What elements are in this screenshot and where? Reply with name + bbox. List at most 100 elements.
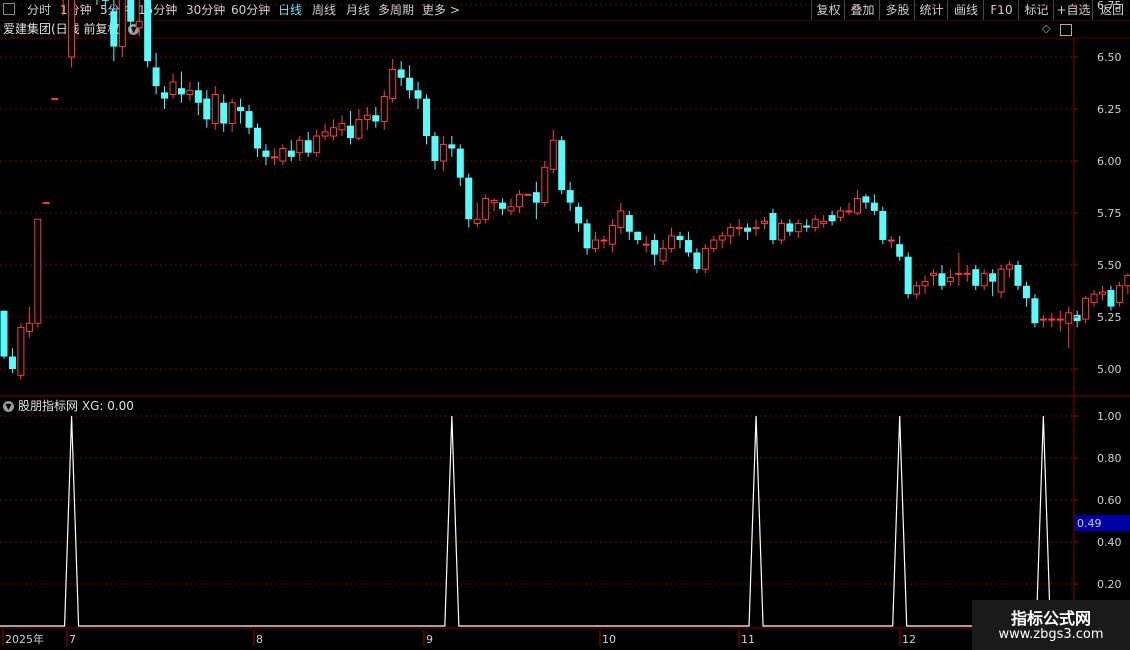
toolbar-button-4[interactable]: 画线 [947, 0, 984, 20]
current-value-label: 0.49 [1077, 517, 1102, 530]
ytick-label: 0.80 [1097, 452, 1122, 465]
candle-body [972, 269, 980, 286]
chevron-down-icon[interactable]: ▼ [128, 24, 140, 35]
candle-body [803, 225, 811, 228]
candle-body [600, 239, 608, 242]
candle-body [794, 222, 802, 233]
indicator-title: 股朋指标网 [18, 399, 79, 413]
candle-body [397, 69, 405, 78]
candle-body [676, 235, 684, 241]
candle-body [372, 115, 380, 122]
stock-title-bar: 爱建集团(日线 前复权) ▼ [3, 21, 140, 37]
candle-body [684, 240, 692, 253]
toolbar-button-7[interactable]: +自选 [1053, 0, 1093, 20]
candle-body [270, 156, 278, 159]
period-tab-0[interactable]: 分时 [27, 0, 51, 20]
candle-body [769, 213, 777, 241]
candle-body [279, 148, 287, 162]
ytick-label: 6.25 [1097, 103, 1122, 116]
candle-body [549, 139, 557, 170]
period-tab-10[interactable]: 更多 > [422, 0, 460, 20]
toolbar-button-6[interactable]: 标记 [1018, 0, 1054, 20]
period-tab-7[interactable]: 周线 [312, 0, 336, 20]
candle-body [1039, 318, 1047, 321]
period-tab-5[interactable]: 60分钟 [231, 0, 270, 20]
indicator-title-bar: ▼ 股朋指标网 XG: 0.00 [3, 398, 134, 414]
period-tab-4[interactable]: 30分钟 [186, 0, 225, 20]
candle-body [634, 231, 642, 241]
period-tab-6[interactable]: 日线 [278, 0, 302, 20]
period-tab-8[interactable]: 月线 [346, 0, 370, 20]
candle-body [904, 256, 912, 295]
candle-body [668, 235, 676, 249]
candle-body [177, 88, 185, 95]
ytick-label: 0.40 [1097, 536, 1122, 549]
candle-body [1090, 293, 1098, 303]
candle-body [482, 197, 490, 220]
candle-body [465, 177, 473, 220]
candle-body [17, 326, 25, 376]
ytick-label: 6.50 [1097, 51, 1122, 64]
xtick-label: 10 [602, 633, 616, 646]
candle-body [490, 200, 498, 204]
candle-body [499, 202, 507, 209]
candle-body [1115, 285, 1123, 303]
candle-body [220, 102, 228, 124]
candle-body [921, 281, 929, 287]
ytick-label: 1.00 [1097, 410, 1122, 423]
candle-body [963, 272, 971, 275]
period-tab-2[interactable]: 5分钟 [100, 0, 132, 20]
toolbar-button-0[interactable]: 复权 [811, 0, 845, 20]
watermark: 指标公式网 www.zbgs3.com [972, 600, 1130, 650]
toolbar-button-2[interactable]: 多股 [879, 0, 915, 20]
panel-toggle-icon[interactable] [1060, 24, 1072, 36]
candle-body [380, 96, 388, 122]
candle-body [228, 102, 236, 125]
current-value-tag [1075, 515, 1130, 532]
toolbar-button-8[interactable]: 返回 [1092, 0, 1130, 20]
candle-body [761, 220, 768, 224]
kline-chart[interactable]: 8.007.757.507.257.006.756.506.256.005.75… [0, 0, 1130, 650]
candle-body [659, 247, 667, 262]
candle-body [532, 192, 540, 203]
period-tab-1[interactable]: 1分钟 [60, 0, 92, 20]
candle-body [355, 118, 363, 139]
candle-body [304, 140, 312, 153]
candle-body [296, 139, 304, 154]
period-tab-9[interactable]: 多周期 [378, 0, 414, 20]
candle-body [211, 93, 219, 125]
candle-body [896, 244, 904, 257]
candle-body [989, 273, 997, 282]
candle-body [406, 77, 414, 91]
candle-body [651, 240, 659, 255]
period-toolbar: 分时 1分钟 5分钟 15分钟 30分钟 60分钟 日线 周线 月线 多周期 更多 > 复权 叠加 多股… [0, 0, 1130, 21]
diamond-icon[interactable]: ◇ [1042, 22, 1050, 35]
candle-body [330, 127, 338, 137]
period-tab-3[interactable]: 15分钟 [138, 0, 177, 20]
candle-body [254, 127, 261, 149]
xtick-label: 7 [69, 633, 76, 646]
menu-icon[interactable] [3, 3, 15, 15]
candle-body [820, 220, 828, 224]
toolbar-button-3[interactable]: 统计 [914, 0, 948, 20]
candle-body [583, 223, 591, 249]
toolbar-button-1[interactable]: 叠加 [844, 0, 880, 20]
candle-body [0, 310, 8, 357]
candle-body [287, 150, 295, 157]
candle-body [1006, 264, 1014, 270]
candle-body [946, 276, 954, 283]
chevron-down-icon[interactable]: ▼ [3, 401, 14, 412]
candle-body [34, 218, 42, 324]
candle-body [42, 202, 50, 205]
candle-body [575, 206, 583, 224]
ytick-label: 0.60 [1097, 494, 1122, 507]
candle-body [938, 273, 946, 286]
candle-body [313, 135, 321, 154]
candle-body [541, 166, 549, 204]
xtick-label: 12 [902, 633, 916, 646]
candle-body [1031, 298, 1039, 324]
xg-signal-line [0, 415, 1130, 627]
xtick-label: 8 [256, 633, 263, 646]
candle-body [592, 239, 599, 249]
toolbar-button-5[interactable]: F10 [983, 0, 1019, 20]
